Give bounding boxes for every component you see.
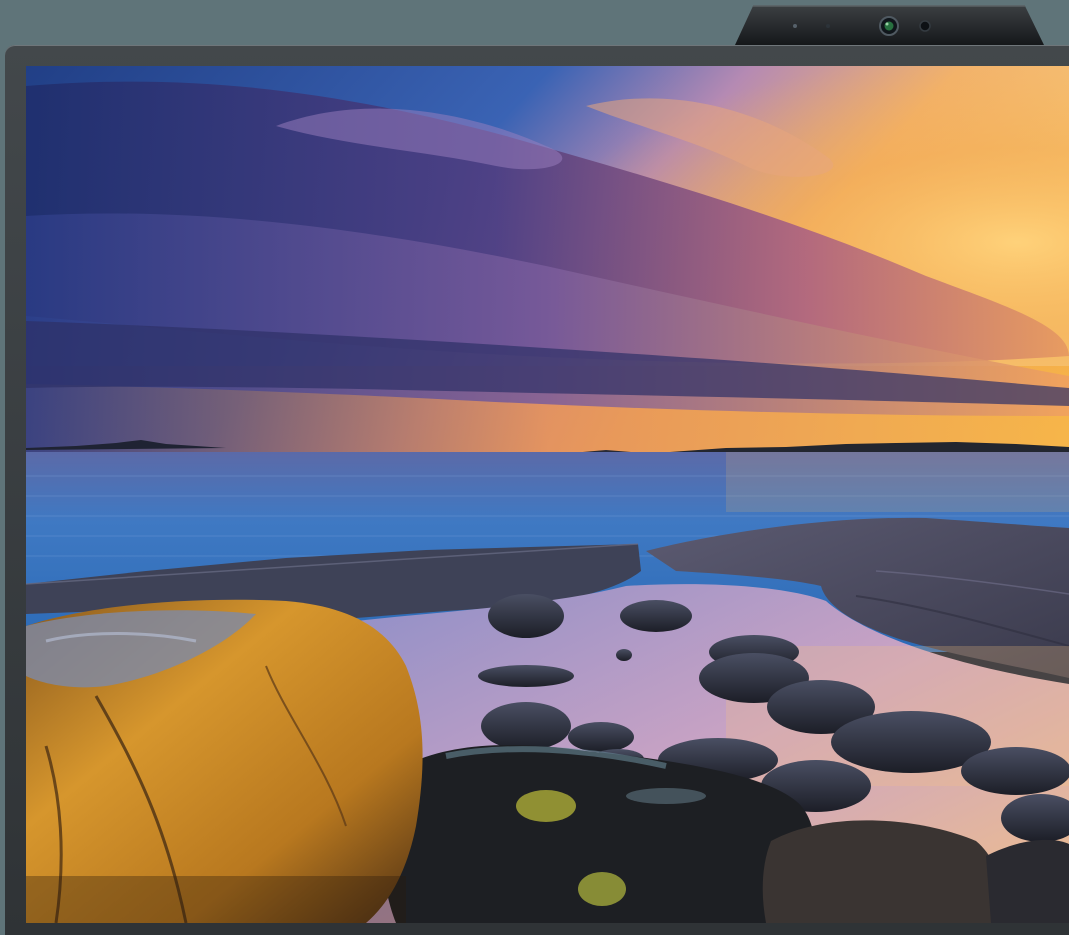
sensor-icon: [919, 20, 931, 32]
monitor-scene: [0, 0, 1069, 935]
indicator-light-icon: [793, 24, 797, 28]
monitor-screen: [26, 66, 1069, 923]
wallpaper-image: [26, 66, 1069, 923]
webcam: [735, 5, 1044, 45]
